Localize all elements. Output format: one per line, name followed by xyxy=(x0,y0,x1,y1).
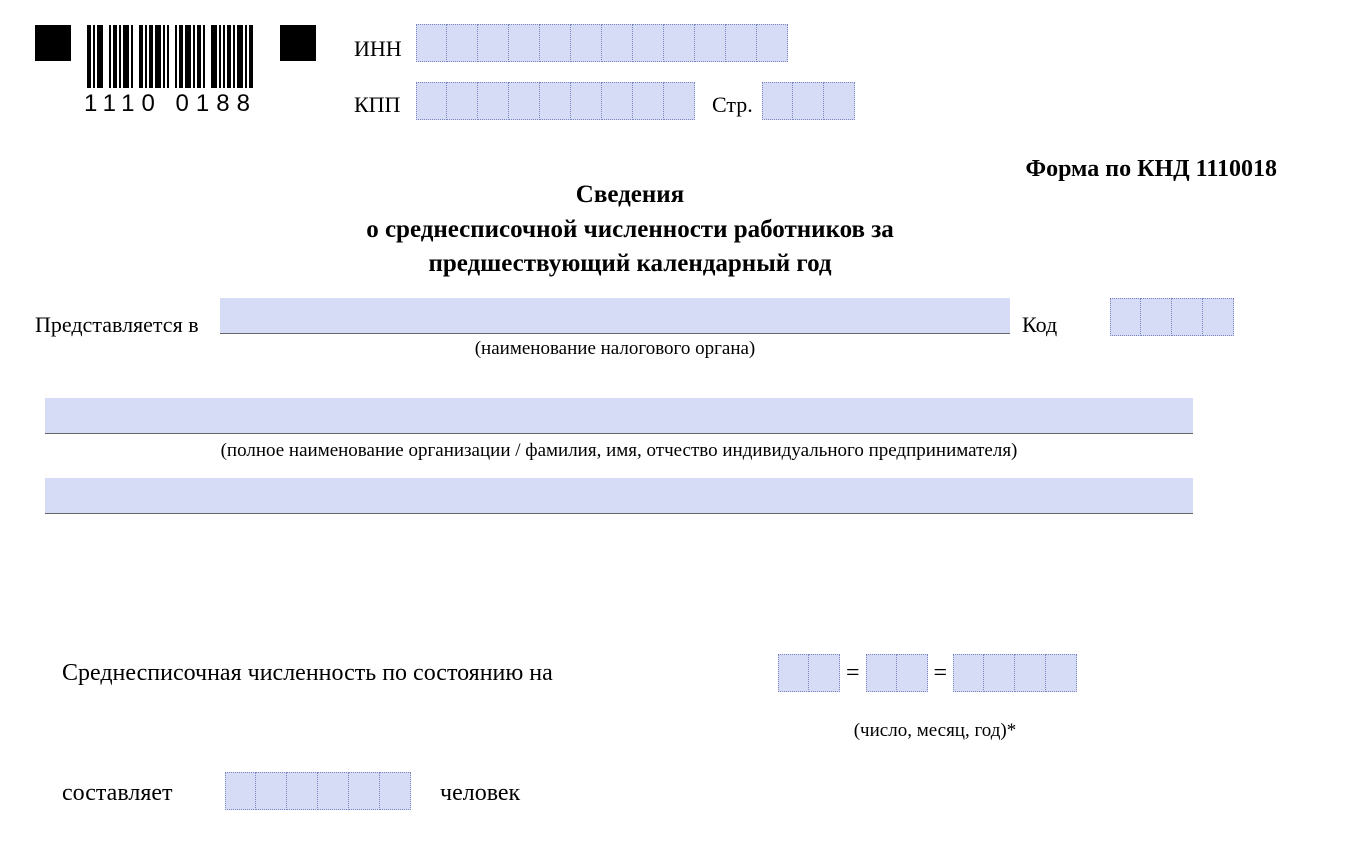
title-line-1: Сведения xyxy=(576,181,684,208)
char-cell[interactable] xyxy=(633,24,664,62)
date-sep-2: = xyxy=(934,660,948,687)
char-cell[interactable] xyxy=(571,24,602,62)
char-cell[interactable] xyxy=(984,654,1015,692)
code-field[interactable] xyxy=(1110,298,1234,336)
title-line-3: предшествующий календарный год xyxy=(428,250,831,277)
headcount-label: Среднесписочная численность по состоянию… xyxy=(62,660,553,687)
char-cell[interactable] xyxy=(1203,298,1234,336)
char-cell[interactable] xyxy=(953,654,984,692)
inn-cells[interactable] xyxy=(416,24,788,62)
char-cell[interactable] xyxy=(866,654,897,692)
headcount-year-field[interactable] xyxy=(953,654,1077,692)
headcount-date-group: = = xyxy=(778,654,1077,692)
char-cell[interactable] xyxy=(1172,298,1203,336)
char-cell[interactable] xyxy=(602,24,633,62)
submit-to-label: Представляется в xyxy=(35,312,199,338)
amount-label: составляет xyxy=(62,780,173,807)
page-cells[interactable] xyxy=(762,82,855,120)
kpp-label: КПП xyxy=(354,92,400,118)
char-cell[interactable] xyxy=(540,82,571,120)
char-cell[interactable] xyxy=(793,82,824,120)
date-sep-1: = xyxy=(846,660,860,687)
amount-cells[interactable] xyxy=(225,772,411,810)
char-cell[interactable] xyxy=(778,654,809,692)
char-cell[interactable] xyxy=(256,772,287,810)
char-cell[interactable] xyxy=(1015,654,1046,692)
black-square-right xyxy=(280,25,316,61)
page-label: Стр. xyxy=(712,92,753,118)
char-cell[interactable] xyxy=(757,24,788,62)
barcode-icon xyxy=(87,25,255,88)
char-cell[interactable] xyxy=(447,24,478,62)
char-cell[interactable] xyxy=(1046,654,1077,692)
char-cell[interactable] xyxy=(809,654,840,692)
page-field[interactable] xyxy=(762,82,855,120)
date-caption: (число, месяц, год)* xyxy=(800,720,1070,742)
char-cell[interactable] xyxy=(664,82,695,120)
char-cell[interactable] xyxy=(762,82,793,120)
org-name-caption: (полное наименование организации / фамил… xyxy=(45,440,1193,462)
char-cell[interactable] xyxy=(478,82,509,120)
char-cell[interactable] xyxy=(1110,298,1141,336)
char-cell[interactable] xyxy=(897,654,928,692)
char-cell[interactable] xyxy=(602,82,633,120)
char-cell[interactable] xyxy=(540,24,571,62)
char-cell[interactable] xyxy=(509,82,540,120)
char-cell[interactable] xyxy=(571,82,602,120)
barcode-digits: 1110 0188 xyxy=(84,90,257,118)
char-cell[interactable] xyxy=(1141,298,1172,336)
char-cell[interactable] xyxy=(664,24,695,62)
tax-authority-field[interactable] xyxy=(220,298,1010,334)
char-cell[interactable] xyxy=(695,24,726,62)
char-cell[interactable] xyxy=(447,82,478,120)
char-cell[interactable] xyxy=(509,24,540,62)
kpp-cells[interactable] xyxy=(416,82,695,120)
char-cell[interactable] xyxy=(380,772,411,810)
char-cell[interactable] xyxy=(478,24,509,62)
char-cell[interactable] xyxy=(318,772,349,810)
code-cells[interactable] xyxy=(1110,298,1234,336)
amount-field[interactable] xyxy=(225,772,411,810)
barcode-block: 1110 0188 xyxy=(83,25,258,118)
char-cell[interactable] xyxy=(416,82,447,120)
headcount-month-field[interactable] xyxy=(866,654,928,692)
char-cell[interactable] xyxy=(824,82,855,120)
document-title: Сведения о среднесписочной численности р… xyxy=(0,178,1260,282)
char-cell[interactable] xyxy=(726,24,757,62)
tax-authority-caption: (наименование налогового органа) xyxy=(220,338,1010,360)
inn-field[interactable] xyxy=(416,24,788,62)
headcount-day-field[interactable] xyxy=(778,654,840,692)
black-square-left xyxy=(35,25,71,61)
document-page: 1110 0188 ИНН КПП Стр. Форма по КНД 1110… xyxy=(0,0,1355,848)
kpp-field[interactable] xyxy=(416,82,695,120)
char-cell[interactable] xyxy=(287,772,318,810)
char-cell[interactable] xyxy=(225,772,256,810)
title-line-2: о среднесписочной численности работников… xyxy=(366,216,894,243)
inn-label: ИНН xyxy=(354,36,402,62)
char-cell[interactable] xyxy=(416,24,447,62)
char-cell[interactable] xyxy=(633,82,664,120)
unit-label: человек xyxy=(440,780,520,807)
org-name-field-2[interactable] xyxy=(45,478,1193,514)
top-marks-row: 1110 0188 xyxy=(35,25,316,118)
char-cell[interactable] xyxy=(349,772,380,810)
org-name-field-1[interactable] xyxy=(45,398,1193,434)
code-label: Код xyxy=(1022,312,1057,338)
